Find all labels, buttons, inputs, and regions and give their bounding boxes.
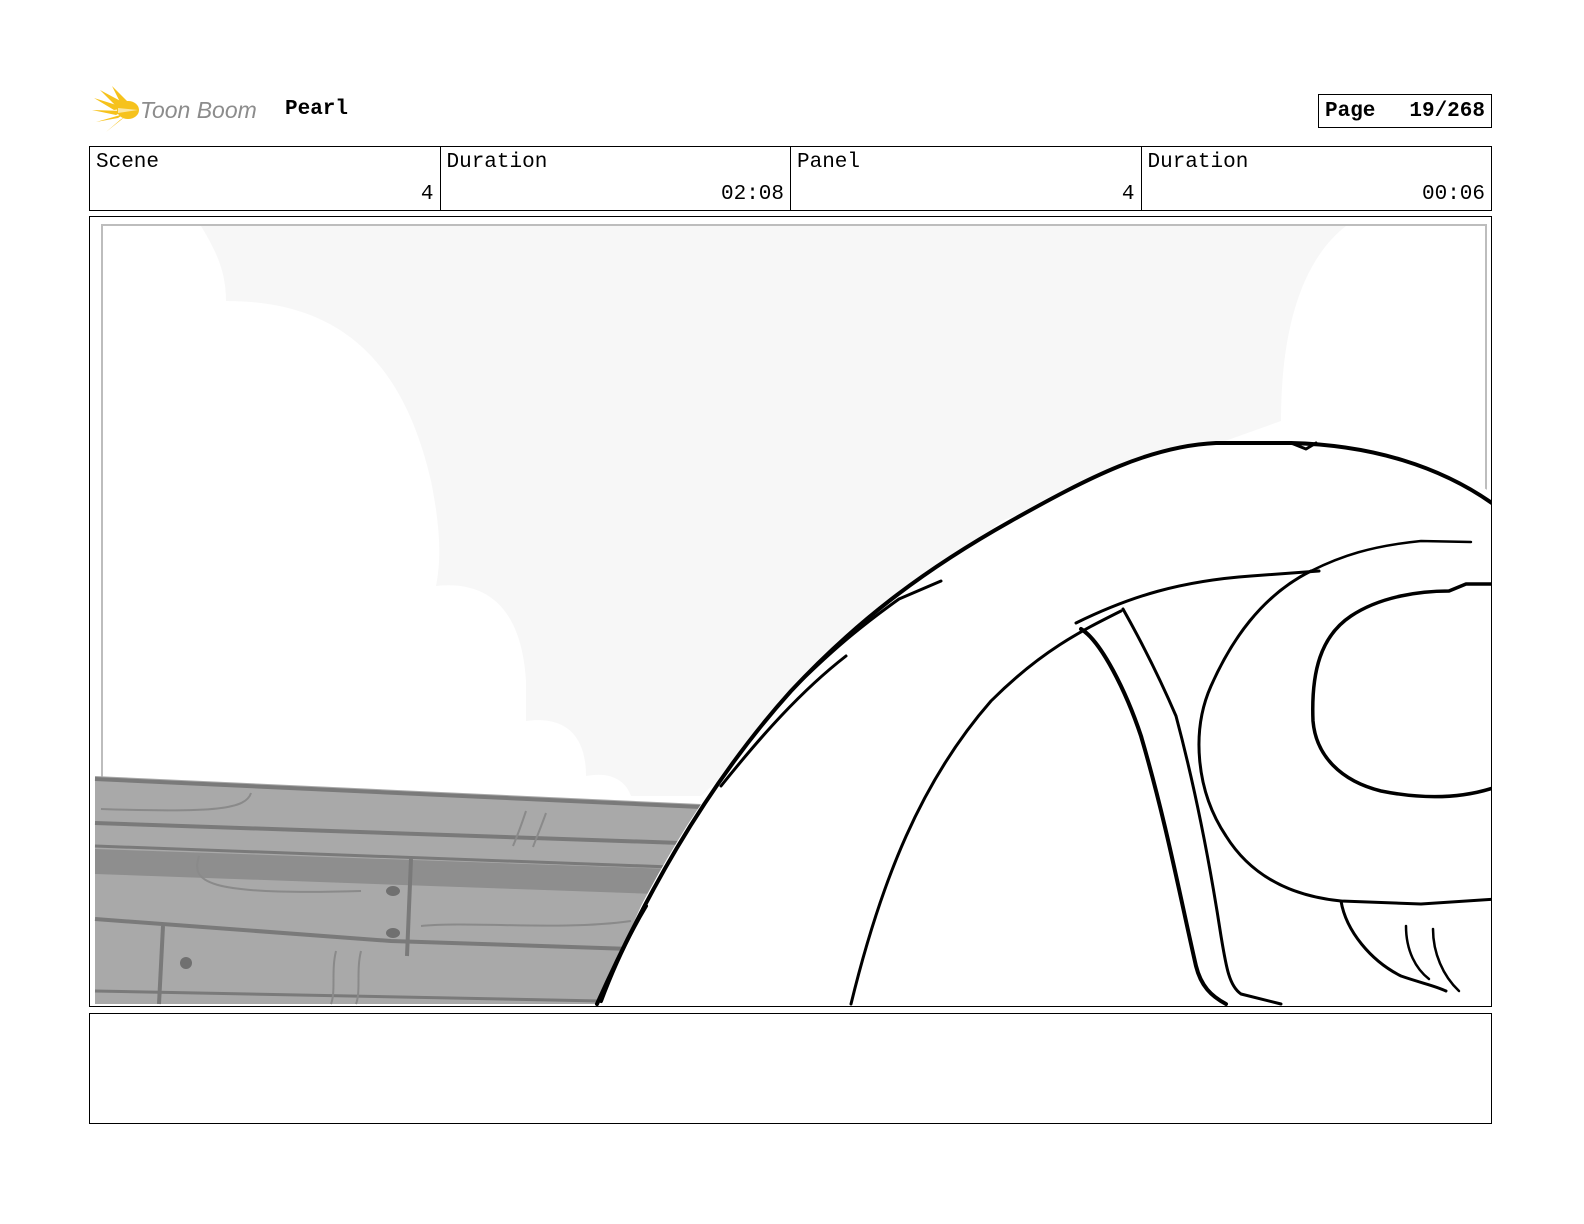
toon-boom-logo: Toon Boom bbox=[92, 86, 272, 134]
page-label: Page bbox=[1325, 99, 1376, 123]
panel-duration-label: Duration bbox=[1147, 151, 1249, 174]
scene-cell: Scene 4 bbox=[90, 147, 441, 210]
scene-duration-label: Duration bbox=[446, 151, 548, 174]
scene-duration-value: 02:08 bbox=[720, 183, 784, 206]
dock-nail bbox=[386, 886, 400, 896]
panel-duration-value: 00:06 bbox=[1421, 183, 1485, 206]
panel-sketch bbox=[94, 224, 1491, 1006]
wooden-dock bbox=[94, 776, 702, 1005]
panel-cell: Panel 4 bbox=[791, 147, 1142, 210]
scene-value: 4 bbox=[420, 183, 434, 206]
dock-nail bbox=[180, 957, 192, 969]
panel-label: Panel bbox=[797, 151, 861, 174]
scene-label: Scene bbox=[96, 151, 160, 174]
panel-info-bar: Scene 4 Duration 02:08 Panel 4 Duration … bbox=[89, 146, 1492, 211]
dock-nail bbox=[386, 928, 400, 938]
page-indicator: Page 19/268 bbox=[1318, 94, 1492, 128]
panel-value: 4 bbox=[1121, 183, 1135, 206]
panel-duration-cell: Duration 00:06 bbox=[1142, 147, 1492, 210]
storyboard-panel bbox=[89, 216, 1492, 1007]
scene-duration-cell: Duration 02:08 bbox=[441, 147, 791, 210]
project-title: Pearl bbox=[285, 98, 349, 121]
panel-notes-box bbox=[89, 1013, 1492, 1124]
logo-wordmark: Toon Boom bbox=[140, 97, 257, 123]
page-number: 19/268 bbox=[1409, 99, 1485, 123]
toon-boom-burst-icon: Toon Boom bbox=[92, 86, 257, 132]
